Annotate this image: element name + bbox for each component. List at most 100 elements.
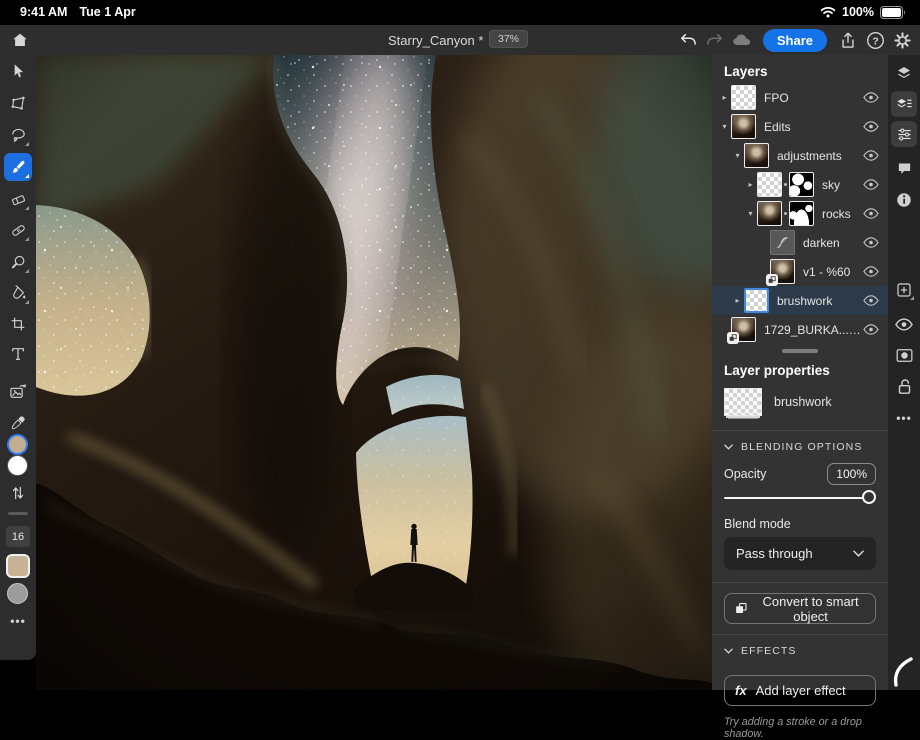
layer-visibility-eye-icon[interactable] — [862, 208, 880, 219]
layer-name: rocks — [822, 207, 862, 221]
layer-visibility-eye-icon[interactable] — [862, 92, 880, 103]
corner-gesture-indicator — [889, 656, 917, 688]
layer-thumbnail[interactable] — [731, 85, 756, 110]
layer-row[interactable]: ▸ brushwork — [712, 286, 888, 315]
panel-drag-handle[interactable] — [782, 349, 818, 353]
convert-to-smart-object-button[interactable]: Convert to smart object — [724, 593, 876, 624]
disclosure-triangle-icon[interactable]: ▾ — [718, 122, 731, 131]
layer-mask-thumbnail[interactable] — [789, 172, 814, 197]
tool-options-drag-handle[interactable] — [8, 512, 28, 515]
layer-thumbnail[interactable] — [770, 230, 795, 255]
crop-tool[interactable] — [4, 310, 32, 338]
magnifier-tool[interactable] — [4, 248, 32, 276]
layer-mask-thumbnail[interactable] — [789, 201, 814, 226]
opacity-value-box[interactable]: 100% — [827, 463, 876, 485]
layer-properties-title: Layer properties — [712, 355, 888, 382]
layer-mask-button[interactable] — [891, 342, 917, 368]
layer-list: ▸FPO▾Edits▾adjustments▸sky ▾ rocks darken v1… — [712, 83, 888, 344]
properties-layer-row: brushwork — [712, 382, 888, 430]
brush-color-swatch[interactable] — [6, 554, 30, 578]
chevron-down-icon — [853, 550, 864, 557]
layer-visibility-eye-icon[interactable] — [862, 324, 880, 335]
layer-thumbnail[interactable] — [757, 201, 782, 226]
layer-row[interactable]: v1 - %60 — [712, 257, 888, 286]
healing-brush-tool[interactable] — [4, 216, 32, 244]
layer-row[interactable]: ▾Edits — [712, 112, 888, 141]
disclosure-triangle-icon[interactable]: ▸ — [731, 296, 744, 305]
document-title: Starry_Canyon * — [388, 33, 483, 48]
eraser-tool[interactable] — [4, 185, 32, 213]
foreground-color-well[interactable] — [7, 434, 28, 455]
add-layer-effect-button[interactable]: fx Add layer effect — [724, 675, 876, 706]
brush-tool[interactable] — [4, 153, 32, 181]
disclosure-triangle-icon[interactable]: ▾ — [731, 151, 744, 160]
add-layer-button[interactable] — [891, 277, 917, 303]
disclosure-triangle-icon[interactable]: ▾ — [744, 209, 757, 218]
redo-button[interactable] — [703, 28, 727, 52]
undo-button[interactable] — [676, 28, 700, 52]
layer-thumbnail[interactable] — [731, 317, 756, 342]
layer-thumbnail[interactable] — [744, 288, 769, 313]
layer-more-button[interactable]: ••• — [891, 405, 917, 431]
layer-name: brushwork — [777, 294, 862, 308]
swap-colors-button[interactable] — [4, 479, 32, 507]
share-button[interactable]: Share — [763, 29, 827, 52]
opacity-slider[interactable] — [724, 489, 876, 507]
eyedropper-tool[interactable] — [4, 409, 32, 437]
layer-row[interactable]: ▸FPO — [712, 83, 888, 112]
chevron-down-icon — [724, 444, 733, 450]
disclosure-triangle-icon[interactable]: ▸ — [718, 93, 731, 102]
cloud-sync-icon[interactable] — [730, 28, 754, 52]
effects-header[interactable]: EFFECTS — [712, 635, 888, 665]
layer-thumbnail[interactable] — [757, 172, 782, 197]
fill-bucket-tool[interactable] — [4, 279, 32, 307]
lasso-select-tool[interactable] — [4, 121, 32, 149]
zoom-level-badge[interactable]: 37% — [489, 30, 528, 48]
blending-options-header[interactable]: BLENDING OPTIONS — [712, 431, 888, 461]
layer-visibility-eye-icon[interactable] — [862, 121, 880, 132]
document-canvas[interactable] — [36, 55, 712, 690]
layer-name: darken — [803, 236, 862, 250]
transform-tool[interactable] — [4, 89, 32, 117]
settings-gear-button[interactable] — [890, 28, 914, 52]
layer-row[interactable]: darken — [712, 228, 888, 257]
layer-thumbnail[interactable] — [731, 114, 756, 139]
layer-visibility-button[interactable] — [891, 311, 917, 337]
lock-layer-button[interactable] — [891, 373, 917, 399]
place-photo-tool[interactable] — [4, 378, 32, 406]
export-icon[interactable] — [836, 28, 860, 52]
blend-mode-dropdown[interactable]: Pass through — [724, 537, 876, 570]
layer-visibility-eye-icon[interactable] — [862, 150, 880, 161]
brush-preview-circle[interactable] — [7, 583, 28, 604]
layer-row[interactable]: ▾ rocks — [712, 199, 888, 228]
layer-visibility-eye-icon[interactable] — [862, 237, 880, 248]
chevron-down-icon — [724, 648, 733, 654]
layer-row[interactable]: ▸sky — [712, 170, 888, 199]
layers-panel-title: Layers — [712, 55, 888, 83]
info-button[interactable] — [891, 187, 917, 213]
opacity-slider-knob[interactable] — [862, 490, 876, 504]
background-color-well[interactable] — [7, 455, 28, 476]
brush-size-value[interactable]: 16 — [6, 526, 30, 547]
layers-compact-view-button[interactable] — [891, 60, 917, 86]
status-bar: 9:41 AM Tue 1 Apr 100% — [0, 0, 920, 25]
layer-thumbnail[interactable] — [770, 259, 795, 284]
layer-visibility-eye-icon[interactable] — [862, 266, 880, 277]
layer-row[interactable]: 1729_BURKA...anced-NR33 — [712, 315, 888, 344]
type-tool[interactable] — [4, 340, 32, 368]
layer-thumbnail[interactable] — [744, 143, 769, 168]
document-title-group[interactable]: Starry_Canyon * — [388, 28, 498, 52]
layer-visibility-eye-icon[interactable] — [862, 295, 880, 306]
help-button[interactable]: ? — [863, 28, 887, 52]
tool-rail-more-button[interactable]: ••• — [4, 607, 32, 635]
comments-button[interactable] — [891, 155, 917, 181]
disclosure-triangle-icon[interactable]: ▸ — [744, 180, 757, 189]
layer-visibility-eye-icon[interactable] — [862, 179, 880, 190]
layer-row[interactable]: ▾adjustments — [712, 141, 888, 170]
layers-detail-view-button[interactable] — [891, 91, 917, 117]
move-tool[interactable] — [4, 57, 32, 85]
layer-name: v1 - %60 — [803, 265, 862, 279]
wifi-icon — [820, 6, 836, 18]
adjustments-button[interactable] — [891, 121, 917, 147]
home-button[interactable] — [8, 28, 32, 52]
